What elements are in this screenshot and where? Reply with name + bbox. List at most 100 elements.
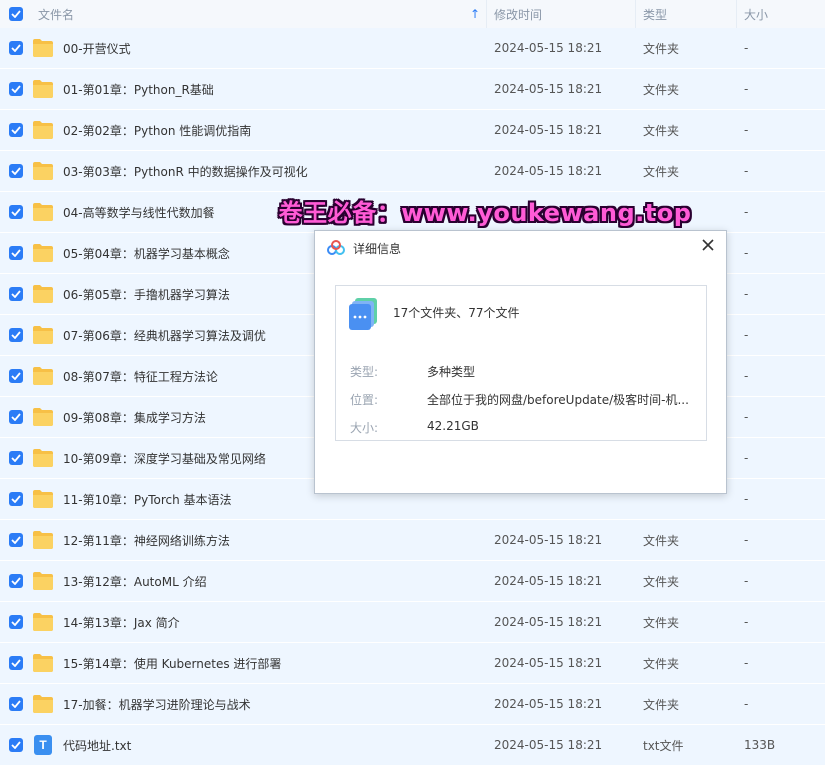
row-checkbox[interactable] [9, 205, 23, 219]
file-size: - [744, 533, 749, 547]
type-label: 类型: [350, 365, 379, 379]
column-name-header[interactable]: 文件名 [38, 0, 74, 28]
file-name[interactable]: 15-第14章：使用 Kubernetes 进行部署 [63, 643, 281, 683]
file-size: - [744, 369, 749, 383]
file-name[interactable]: 11-第10章：PyTorch 基本语法 [63, 479, 232, 519]
file-size: - [744, 492, 749, 506]
check-icon [11, 372, 21, 380]
check-icon [11, 331, 21, 339]
file-type: 文件夹 [643, 574, 680, 589]
row-checkbox[interactable] [9, 533, 23, 547]
column-type-header[interactable]: 类型 [643, 0, 667, 28]
check-icon [11, 167, 21, 175]
file-type: 文件夹 [643, 615, 680, 630]
row-checkbox[interactable] [9, 164, 23, 178]
row-checkbox[interactable] [9, 328, 23, 342]
file-name[interactable]: 14-第13章：Jax 简介 [63, 602, 180, 642]
row-checkbox[interactable] [9, 246, 23, 260]
folder-icon [33, 203, 53, 221]
details-dialog: 详细信息 17个文件夹、77个文件 类型: 多种类型 位置: 全部位于我的网盘/… [314, 230, 727, 494]
file-size: - [744, 164, 749, 178]
file-size: - [744, 41, 749, 55]
file-name[interactable]: 10-第09章：深度学习基础及常见网络 [63, 438, 266, 478]
file-name[interactable]: 04-高等数学与线性代数加餐 [63, 192, 215, 232]
table-row[interactable]: 12-第11章：神经网络训练方法 2024-05-15 18:21 文件夹 - [0, 520, 825, 561]
folder-icon [33, 121, 53, 139]
file-type: 文件夹 [643, 123, 680, 138]
table-row[interactable]: 13-第12章：AutoML 介绍 2024-05-15 18:21 文件夹 - [0, 561, 825, 602]
row-checkbox[interactable] [9, 656, 23, 670]
row-checkbox[interactable] [9, 287, 23, 301]
row-checkbox[interactable] [9, 41, 23, 55]
modified-date: 2024-05-15 18:21 [494, 738, 603, 752]
file-name[interactable]: 01-第01章：Python_R基础 [63, 69, 214, 109]
folder-icon [33, 367, 53, 385]
check-icon [11, 659, 21, 667]
close-icon[interactable] [698, 235, 718, 255]
column-divider[interactable] [486, 0, 487, 28]
row-checkbox[interactable] [9, 574, 23, 588]
row-checkbox[interactable] [9, 697, 23, 711]
column-header: 文件名 ↑ 修改时间 类型 大小 [0, 0, 825, 29]
location-label: 位置: [350, 393, 379, 407]
row-checkbox[interactable] [9, 369, 23, 383]
file-size: - [744, 615, 749, 629]
column-divider[interactable] [635, 0, 636, 28]
check-icon [11, 741, 21, 749]
file-name[interactable]: 06-第05章：手撸机器学习算法 [63, 274, 230, 314]
file-size: - [744, 246, 749, 260]
row-checkbox[interactable] [9, 123, 23, 137]
file-size: - [744, 451, 749, 465]
column-size-header[interactable]: 大小 [744, 0, 768, 28]
dialog-titlebar[interactable]: 详细信息 [315, 231, 726, 265]
file-name[interactable]: 09-第08章：集成学习方法 [63, 397, 206, 437]
multiple-files-icon [349, 298, 377, 330]
file-name[interactable]: 05-第04章：机器学习基本概念 [63, 233, 230, 273]
row-checkbox[interactable] [9, 615, 23, 629]
row-checkbox[interactable] [9, 451, 23, 465]
row-checkbox[interactable] [9, 492, 23, 506]
folder-icon [33, 613, 53, 631]
file-name[interactable]: 代码地址.txt [63, 725, 131, 765]
file-type: txt文件 [643, 738, 684, 753]
file-name[interactable]: 08-第07章：特征工程方法论 [63, 356, 218, 396]
file-size: - [744, 697, 749, 711]
table-row[interactable]: 02-第02章：Python 性能调优指南 2024-05-15 18:21 文… [0, 110, 825, 151]
row-checkbox[interactable] [9, 410, 23, 424]
file-name[interactable]: 13-第12章：AutoML 介绍 [63, 561, 207, 601]
check-icon [11, 290, 21, 298]
modified-date: 2024-05-15 18:21 [494, 82, 603, 96]
watermark-text: 卷王必备：www.youkewang.top [278, 198, 692, 227]
file-size: - [744, 287, 749, 301]
folder-icon [33, 695, 53, 713]
column-divider[interactable] [736, 0, 737, 28]
folder-icon [33, 531, 53, 549]
check-icon [11, 413, 21, 421]
table-row[interactable]: 15-第14章：使用 Kubernetes 进行部署 2024-05-15 18… [0, 643, 825, 684]
file-name[interactable]: 00-开营仪式 [63, 28, 131, 68]
file-name[interactable]: 17-加餐：机器学习进阶理论与战术 [63, 684, 251, 724]
file-type: 文件夹 [643, 697, 680, 712]
table-row[interactable]: T 代码地址.txt 2024-05-15 18:21 txt文件 133B [0, 725, 825, 766]
select-all-checkbox[interactable] [9, 7, 23, 21]
row-checkbox[interactable] [9, 82, 23, 96]
file-size: 133B [744, 738, 776, 752]
check-icon [11, 208, 21, 216]
column-date-header[interactable]: 修改时间 [494, 0, 542, 28]
file-name[interactable]: 02-第02章：Python 性能调优指南 [63, 110, 251, 150]
file-type: 文件夹 [643, 164, 680, 179]
table-row[interactable]: 00-开营仪式 2024-05-15 18:21 文件夹 - [0, 28, 825, 69]
folder-icon [33, 408, 53, 426]
table-row[interactable]: 03-第03章：PythonR 中的数据操作及可视化 2024-05-15 18… [0, 151, 825, 192]
table-row[interactable]: 01-第01章：Python_R基础 2024-05-15 18:21 文件夹 … [0, 69, 825, 110]
table-row[interactable]: 14-第13章：Jax 简介 2024-05-15 18:21 文件夹 - [0, 602, 825, 643]
file-name[interactable]: 07-第06章：经典机器学习算法及调优 [63, 315, 266, 355]
folder-icon [33, 326, 53, 344]
txt-file-icon: T [34, 735, 52, 755]
sort-up-arrow-icon[interactable]: ↑ [470, 0, 480, 28]
file-name[interactable]: 12-第11章：神经网络训练方法 [63, 520, 230, 560]
table-row[interactable]: 17-加餐：机器学习进阶理论与战术 2024-05-15 18:21 文件夹 - [0, 684, 825, 725]
file-name[interactable]: 03-第03章：PythonR 中的数据操作及可视化 [63, 151, 308, 191]
file-size: - [744, 205, 749, 219]
location-value[interactable]: 全部位于我的网盘/beforeUpdate/极客时间-机... [427, 391, 689, 408]
